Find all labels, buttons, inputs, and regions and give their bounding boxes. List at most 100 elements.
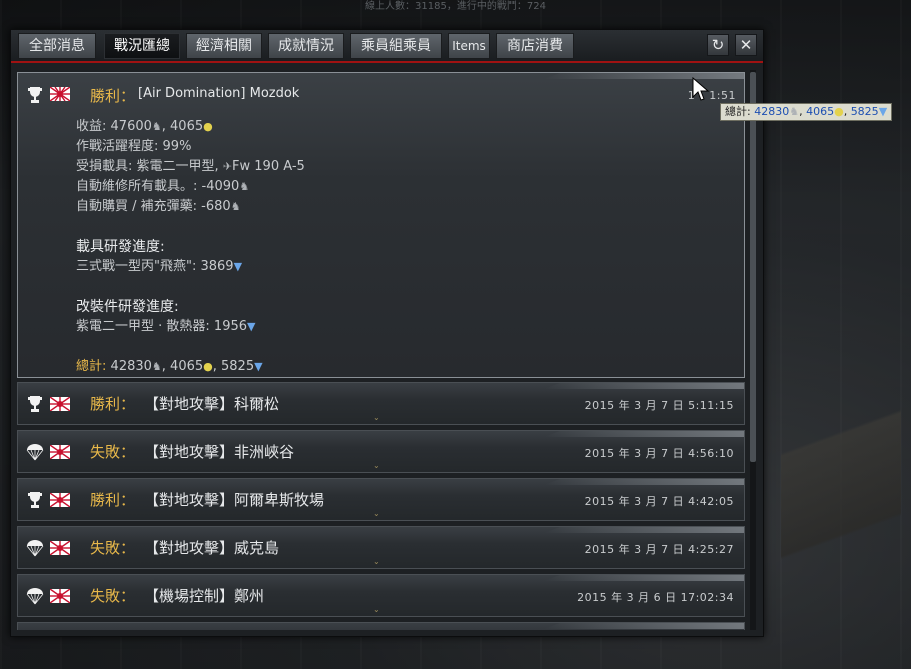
battle-entry[interactable]: 失敗： 【對地攻擊】威克島 2015 年 3 月 7 日 4:25:27 ⌄ — [17, 526, 745, 569]
mouse-cursor-icon — [692, 77, 710, 101]
research-point-icon: ▼ — [254, 360, 263, 373]
close-icon: ✕ — [739, 36, 753, 54]
activity-label: 作戰活躍程度 — [76, 139, 155, 154]
battle-entry-expanded[interactable]: 勝利： [Air Domination] Mozdok 1 1:51 收益: 47… — [17, 72, 745, 378]
tab-all-messages[interactable]: 全部消息 — [18, 33, 96, 59]
tooltip-silver: 42830 — [754, 105, 790, 118]
expand-chevron-icon[interactable]: ⌄ — [373, 606, 380, 614]
income-silver: 47600 — [110, 119, 152, 134]
battle-result: 勝利： — [90, 87, 136, 105]
battle-date: 2015 年 3 月 7 日 4:25:27 — [584, 543, 734, 556]
tooltip-gold: 5825 — [850, 105, 879, 118]
background-propeller — [781, 350, 901, 650]
battle-result-text: 勝利 — [90, 491, 121, 509]
battle-date: 2015 年 3 月 7 日 4:42:05 — [584, 495, 734, 508]
tab-battle-summary[interactable]: 戰況匯總 — [104, 33, 180, 59]
ammo-value: -680 — [201, 199, 231, 214]
battle-log-window: 全部消息 戰況匯總 經濟相關 成就情況 乘員組乘員 Items 商店消費 ↻ ✕ — [10, 29, 764, 637]
tab-achievements[interactable]: 成就情況 — [268, 33, 344, 59]
scrollbar-thumb[interactable] — [750, 72, 756, 462]
silver-lion-icon: ♞ — [151, 360, 162, 373]
tab-shop-purchases[interactable]: 商店消費 — [496, 33, 574, 59]
repair-value: -4090 — [201, 179, 240, 194]
silver-lion-icon: ♞ — [789, 105, 800, 118]
research-bulb-icon: ● — [203, 360, 213, 373]
japan-flag-icon — [50, 589, 70, 603]
mission-name: 【對地攻擊】非洲峽谷 — [144, 443, 295, 461]
damaged-label: 受損載具 — [76, 159, 129, 174]
damaged-vehicle-2: Fw 190 A-5 — [232, 159, 305, 174]
mission-name: 【對地攻擊】科爾松 — [144, 395, 280, 413]
plane-icon: ✈ — [222, 160, 233, 173]
battle-entry[interactable] — [17, 622, 745, 630]
entry-shine — [544, 479, 744, 485]
total-silver: 42830 — [110, 359, 152, 374]
mod-item: 紫電二一甲型 · 散熱器 — [76, 319, 206, 334]
close-button[interactable]: ✕ — [735, 34, 757, 56]
mod-line: 紫電二一甲型 · 散熱器: 1956▼ — [76, 319, 256, 334]
japan-flag-icon — [50, 445, 70, 459]
parachute-icon — [26, 444, 44, 461]
silver-lion-icon: ♞ — [239, 180, 250, 193]
expand-chevron-icon[interactable]: ⌄ — [373, 462, 380, 470]
battle-result-text: 勝利 — [90, 395, 121, 413]
expand-chevron-icon[interactable]: ⌄ — [373, 414, 380, 422]
tab-items[interactable]: Items — [448, 33, 490, 59]
battle-result-text: 失敗 — [90, 587, 121, 605]
online-status-text: 線上人數：31185，進行中的戰鬥：724 — [365, 1, 546, 12]
battle-result-text: 勝利 — [90, 87, 121, 105]
research-point-icon: ▼ — [878, 105, 888, 118]
activity-value: 99% — [162, 139, 192, 154]
tab-bar: 全部消息 戰況匯總 經濟相關 成就情況 乘員組乘員 Items 商店消費 ↻ ✕ — [11, 30, 763, 63]
research-item: 三式戰一型丙"飛燕" — [76, 259, 192, 274]
battle-entry[interactable]: 勝利： 【對地攻擊】科爾松 2015 年 3 月 7 日 5:11:15 ⌄ — [17, 382, 745, 425]
battle-entry[interactable]: 失敗： 【對地攻擊】非洲峽谷 2015 年 3 月 7 日 4:56:10 ⌄ — [17, 430, 745, 473]
trophy-icon — [28, 492, 42, 508]
total-rp: 4065 — [170, 359, 204, 374]
income-rp: 4065 — [170, 119, 204, 134]
parachute-icon — [26, 540, 44, 557]
battle-date: 2015 年 3 月 6 日 17:02:34 — [577, 591, 734, 604]
expand-chevron-icon[interactable]: ⌄ — [373, 510, 380, 518]
research-bulb-icon: ● — [203, 120, 213, 133]
mod-head: 改裝件研發進度: — [76, 299, 179, 315]
ammo-label: 自動購買 / 補充彈藥 — [76, 199, 193, 214]
tab-crew[interactable]: 乘員組乘員 — [350, 33, 442, 59]
research-head-text: 載具研發進度 — [76, 239, 160, 255]
tab-economy[interactable]: 經濟相關 — [186, 33, 262, 59]
expand-chevron-icon[interactable]: ⌄ — [373, 558, 380, 566]
battle-time-tail: 1:51 — [709, 89, 736, 102]
damaged-vehicle-1: 紫電二一甲型 — [136, 159, 215, 174]
battle-date: 2015 年 3 月 7 日 5:11:15 — [584, 399, 734, 412]
research-bulb-icon: ● — [834, 105, 844, 118]
research-point-icon: ▼ — [247, 320, 256, 333]
refresh-button[interactable]: ↻ — [707, 34, 729, 56]
battle-result: 勝利： — [90, 491, 136, 509]
total-label: 總計 — [76, 359, 103, 374]
mod-head-text: 改裝件研發進度 — [76, 299, 174, 315]
battle-entry[interactable]: 失敗： 【機場控制】鄭州 2015 年 3 月 6 日 17:02:34 ⌄ — [17, 574, 745, 617]
battle-entry[interactable]: 勝利： 【對地攻擊】阿爾卑斯牧場 2015 年 3 月 7 日 4:42:05 … — [17, 478, 745, 521]
battle-result: 失敗： — [90, 587, 136, 605]
scrollbar[interactable] — [750, 70, 756, 630]
mod-value: 1956 — [213, 319, 248, 334]
entry-shine — [544, 527, 744, 533]
mission-name: 【對地攻擊】威克島 — [144, 539, 280, 557]
battle-result: 勝利： — [90, 395, 136, 413]
parachute-icon — [26, 588, 44, 605]
refresh-icon: ↻ — [711, 36, 725, 54]
battle-result-text: 失敗 — [90, 539, 121, 557]
japan-flag-icon — [50, 397, 70, 411]
research-line: 三式戰一型丙"飛燕": 3869▼ — [76, 259, 243, 274]
total-gold: 5825 — [221, 359, 255, 374]
total-tooltip: 總計: 42830♞, 4065●, 5825▼ — [720, 103, 893, 121]
mission-name: [Air Domination] Mozdok — [138, 86, 300, 101]
trophy-icon — [28, 396, 42, 412]
repair-label: 自動維修所有載具。 — [76, 179, 194, 194]
repair-line: 自動維修所有載具。: -4090♞ — [76, 179, 250, 194]
battle-result: 失敗： — [90, 539, 136, 557]
income-label: 收益 — [76, 119, 103, 134]
